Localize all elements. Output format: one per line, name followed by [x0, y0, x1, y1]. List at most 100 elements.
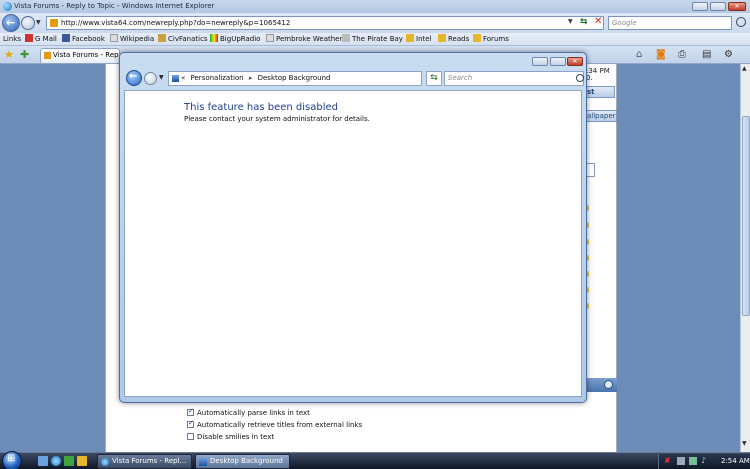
wallpaper-tab-fragment[interactable]: allpaper [585, 110, 617, 122]
quicklaunch-folder-icon[interactable] [77, 456, 87, 466]
disabled-message: Please contact your system administrator… [184, 115, 370, 123]
options-section-header [587, 378, 617, 392]
weather-icon [266, 34, 274, 42]
folder-icon [406, 34, 414, 42]
ie-minimize-button[interactable] [692, 2, 708, 11]
search-icon[interactable] [736, 17, 746, 27]
cp-recent-dropdown-icon[interactable]: ▼ [159, 74, 164, 81]
show-desktop-icon[interactable] [38, 456, 48, 466]
tray-app-icon[interactable] [677, 457, 685, 465]
ie-search-input[interactable]: Google [608, 16, 732, 30]
collapse-icon[interactable] [604, 380, 613, 389]
taskbar-item-desktop-background[interactable]: Desktop Background [195, 454, 290, 469]
post-date-fragment: 0. [586, 74, 593, 82]
wikipedia-icon [110, 34, 118, 42]
links-label: Links [3, 35, 21, 43]
refresh-icon[interactable]: ⇆ [580, 17, 588, 27]
checkbox-checked[interactable] [187, 407, 194, 416]
cp-navigation-bar: ▼ « Personalization ▸ Desktop Background… [124, 69, 584, 89]
start-button[interactable] [2, 451, 22, 469]
ie-logo-icon [101, 458, 109, 466]
link-pirate-bay[interactable]: The Pirate Bay [342, 33, 403, 46]
bigupradio-icon [210, 34, 218, 42]
option-retrieve-titles[interactable]: Automatically retrieve titles from exter… [187, 419, 362, 429]
add-favorite-icon[interactable]: ✚ [20, 48, 29, 61]
cp-close-button[interactable]: ✕ [567, 57, 583, 66]
option-disable-smilies[interactable]: Disable smilies in text [187, 433, 274, 441]
network-icon[interactable] [689, 457, 697, 465]
cp-content: This feature has been disabled Please co… [124, 90, 582, 397]
link-bigupradio[interactable]: BigUpRadio [210, 33, 260, 46]
link-civfanatics[interactable]: CivFanatics [158, 33, 208, 46]
cp-forward-button[interactable] [144, 72, 157, 85]
volume-icon[interactable]: ♪ [701, 457, 709, 465]
checkbox-checked[interactable] [187, 419, 194, 428]
breadcrumb[interactable]: « Personalization ▸ Desktop Background ▼ [168, 71, 460, 86]
close-icon: ✕ [572, 58, 578, 65]
cp-back-button[interactable] [126, 70, 142, 86]
link-gmail[interactable]: G Mail [25, 33, 57, 46]
clock[interactable]: 2:54 AM [721, 454, 750, 469]
ie-title-bar: Vista Forums - Reply to Topic - Windows … [0, 0, 750, 13]
pirate-bay-icon [342, 34, 350, 42]
ie-address-bar: ▼ http://www.vista64.com/newreply.php?do… [0, 13, 750, 33]
control-panel-icon [199, 458, 207, 466]
tab-vista-forums[interactable]: Vista Forums - Reply... [40, 48, 120, 63]
forum-button-fragment[interactable]: st [585, 86, 615, 98]
security-alert-icon[interactable]: ✘ [664, 457, 672, 465]
breadcrumb-overflow[interactable]: « [181, 74, 185, 82]
facebook-icon [62, 34, 70, 42]
ie-close-button[interactable]: ✕ [728, 2, 746, 11]
page-icon [50, 19, 58, 27]
breadcrumb-separator-icon[interactable]: ▸ [249, 74, 253, 82]
tools-gear-icon[interactable]: ⚙ [724, 49, 733, 60]
scroll-down-icon[interactable]: ▼ [742, 440, 747, 447]
recent-pages-dropdown-icon[interactable]: ▼ [36, 19, 41, 26]
taskbar-item-vista-forums[interactable]: Vista Forums - Repl... [97, 454, 192, 469]
print-icon[interactable]: ⎙ [678, 49, 686, 60]
page-scrollbar[interactable]: ▲ ▼ [740, 64, 750, 452]
link-pembroke-weather[interactable]: Pembroke Weather [266, 33, 342, 46]
ie-window-title: Vista Forums - Reply to Topic - Windows … [14, 2, 215, 10]
folder-icon [438, 34, 446, 42]
taskbar: Vista Forums - Repl... Desktop Backgroun… [0, 451, 750, 469]
link-facebook[interactable]: Facebook [62, 33, 105, 46]
address-text: http://www.vista64.com/newreply.php?do=n… [61, 19, 291, 27]
breadcrumb-personalization[interactable]: Personalization [191, 74, 244, 82]
breadcrumb-desktop-background[interactable]: Desktop Background [258, 74, 331, 82]
scroll-up-icon[interactable]: ▲ [742, 65, 747, 72]
ie-maximize-button[interactable] [710, 2, 726, 11]
disabled-title: This feature has been disabled [184, 102, 339, 113]
stop-icon[interactable]: ✕ [594, 16, 602, 27]
link-reads[interactable]: Reads [438, 33, 469, 46]
desktop-background-window: ✕ ▼ « Personalization ▸ Desktop Backgrou… [119, 52, 587, 403]
gmail-icon [25, 34, 33, 42]
cp-refresh-icon[interactable]: ⇆ [426, 71, 442, 86]
links-toolbar: Links G Mail Facebook Wikipedia CivFanat… [0, 33, 750, 46]
ie-quicklaunch-icon[interactable] [51, 456, 61, 466]
control-panel-icon [172, 75, 179, 82]
address-input[interactable]: http://www.vista64.com/newreply.php?do=n… [46, 16, 604, 30]
option-parse-links[interactable]: Automatically parse links in text [187, 407, 310, 417]
close-icon: ✕ [734, 3, 740, 10]
cp-maximize-button[interactable] [550, 57, 566, 66]
home-icon[interactable]: ⌂ [636, 49, 642, 60]
checkbox-unchecked[interactable] [187, 433, 194, 440]
civfanatics-icon [158, 34, 166, 42]
ie-forward-button[interactable] [21, 16, 35, 30]
folder-icon [473, 34, 481, 42]
page-icon [44, 52, 51, 59]
ie-back-button[interactable] [2, 14, 20, 32]
page-menu-icon[interactable]: ▤ [702, 49, 711, 60]
feeds-icon[interactable]: ◙ [656, 49, 666, 60]
search-icon[interactable] [576, 74, 584, 82]
cp-minimize-button[interactable] [532, 57, 548, 66]
favorites-star-icon[interactable]: ★ [4, 48, 14, 61]
address-dropdown-icon[interactable]: ▼ [568, 18, 573, 25]
link-wikipedia[interactable]: Wikipedia [110, 33, 154, 46]
link-forums[interactable]: Forums [473, 33, 509, 46]
link-intel[interactable]: Intel [406, 33, 432, 46]
quicklaunch-app-icon[interactable] [64, 456, 74, 466]
cp-search-input[interactable]: Search [444, 71, 584, 86]
scrollbar-thumb[interactable] [742, 116, 750, 316]
